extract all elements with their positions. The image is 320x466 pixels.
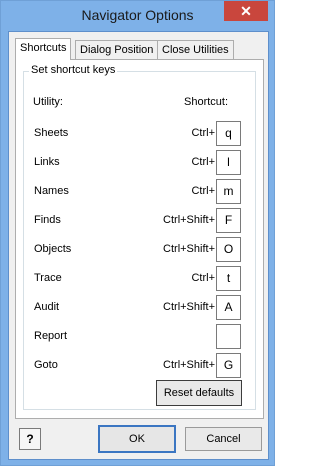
help-button[interactable]: ? bbox=[19, 428, 41, 450]
shortcut-key-input[interactable]: G bbox=[216, 353, 241, 378]
cancel-button[interactable]: Cancel bbox=[185, 427, 262, 451]
utility-label: Finds bbox=[34, 214, 61, 226]
shortcut-row-trace: Trace Ctrl+ t bbox=[24, 266, 255, 291]
title-bar[interactable]: Navigator Options ✕ bbox=[1, 1, 274, 31]
shortcut-row-objects: Objects Ctrl+Shift+ O bbox=[24, 237, 255, 262]
utility-label: Goto bbox=[34, 359, 58, 371]
shortcut-key-input[interactable] bbox=[216, 324, 241, 349]
utility-label: Links bbox=[34, 156, 60, 168]
tab-close-utilities[interactable]: Close Utilities bbox=[157, 40, 234, 59]
modifier-label: Ctrl+Shift+ bbox=[163, 301, 215, 313]
dialog-client-area: Shortcuts Dialog Position Close Utilitie… bbox=[8, 31, 269, 460]
modifier-label: Ctrl+ bbox=[191, 127, 215, 139]
tab-dialog-position[interactable]: Dialog Position bbox=[75, 40, 159, 59]
dialog-window: Navigator Options ✕ Shortcuts Dialog Pos… bbox=[0, 0, 275, 466]
utility-label: Report bbox=[34, 330, 68, 342]
modifier-label: Ctrl+ bbox=[191, 156, 215, 168]
shortcut-row-links: Links Ctrl+ l bbox=[24, 150, 255, 175]
utility-label: Objects bbox=[34, 243, 72, 255]
shortcut-row-sheets: Sheets Ctrl+ q bbox=[24, 121, 255, 146]
utility-label: Names bbox=[34, 185, 69, 197]
shortcut-row-finds: Finds Ctrl+Shift+ F bbox=[24, 208, 255, 233]
shortcut-row-names: Names Ctrl+ m bbox=[24, 179, 255, 204]
shortcut-key-input[interactable]: A bbox=[216, 295, 241, 320]
modifier-label: Ctrl+ bbox=[191, 185, 215, 197]
utility-label: Sheets bbox=[34, 127, 69, 139]
utility-column-header: Utility: bbox=[33, 96, 63, 108]
shortcut-key-input[interactable]: m bbox=[216, 179, 241, 204]
shortcut-column-header: Shortcut: bbox=[184, 96, 229, 108]
shortcut-key-input[interactable]: F bbox=[216, 208, 241, 233]
tab-shortcuts[interactable]: Shortcuts bbox=[15, 38, 72, 60]
shortcut-row-audit: Audit Ctrl+Shift+ A bbox=[24, 295, 255, 320]
close-button[interactable]: ✕ bbox=[224, 1, 268, 21]
shortcut-row-report: Report bbox=[24, 324, 255, 349]
shortcut-row-goto: Goto Ctrl+Shift+ G bbox=[24, 353, 255, 378]
utility-label: Audit bbox=[34, 301, 60, 313]
shortcut-key-input[interactable]: l bbox=[216, 150, 241, 175]
modifier-label: Ctrl+ bbox=[191, 272, 215, 284]
modifier-label: Ctrl+Shift+ bbox=[163, 359, 215, 371]
group-title: Set shortcut keys bbox=[29, 64, 118, 76]
shortcut-key-input[interactable]: t bbox=[216, 266, 241, 291]
ok-button[interactable]: OK bbox=[98, 425, 176, 453]
modifier-label: Ctrl+Shift+ bbox=[163, 243, 215, 255]
reset-defaults-button[interactable]: Reset defaults bbox=[156, 380, 242, 406]
shortcut-keys-group: Set shortcut keys Utility: Shortcut: She… bbox=[23, 64, 256, 410]
close-icon: ✕ bbox=[240, 3, 252, 19]
shortcut-key-input[interactable]: O bbox=[216, 237, 241, 262]
help-icon: ? bbox=[26, 432, 34, 446]
shortcut-key-input[interactable]: q bbox=[216, 121, 241, 146]
shortcuts-panel: Set shortcut keys Utility: Shortcut: She… bbox=[15, 59, 264, 419]
modifier-label: Ctrl+Shift+ bbox=[163, 214, 215, 226]
utility-label: Trace bbox=[34, 272, 62, 284]
